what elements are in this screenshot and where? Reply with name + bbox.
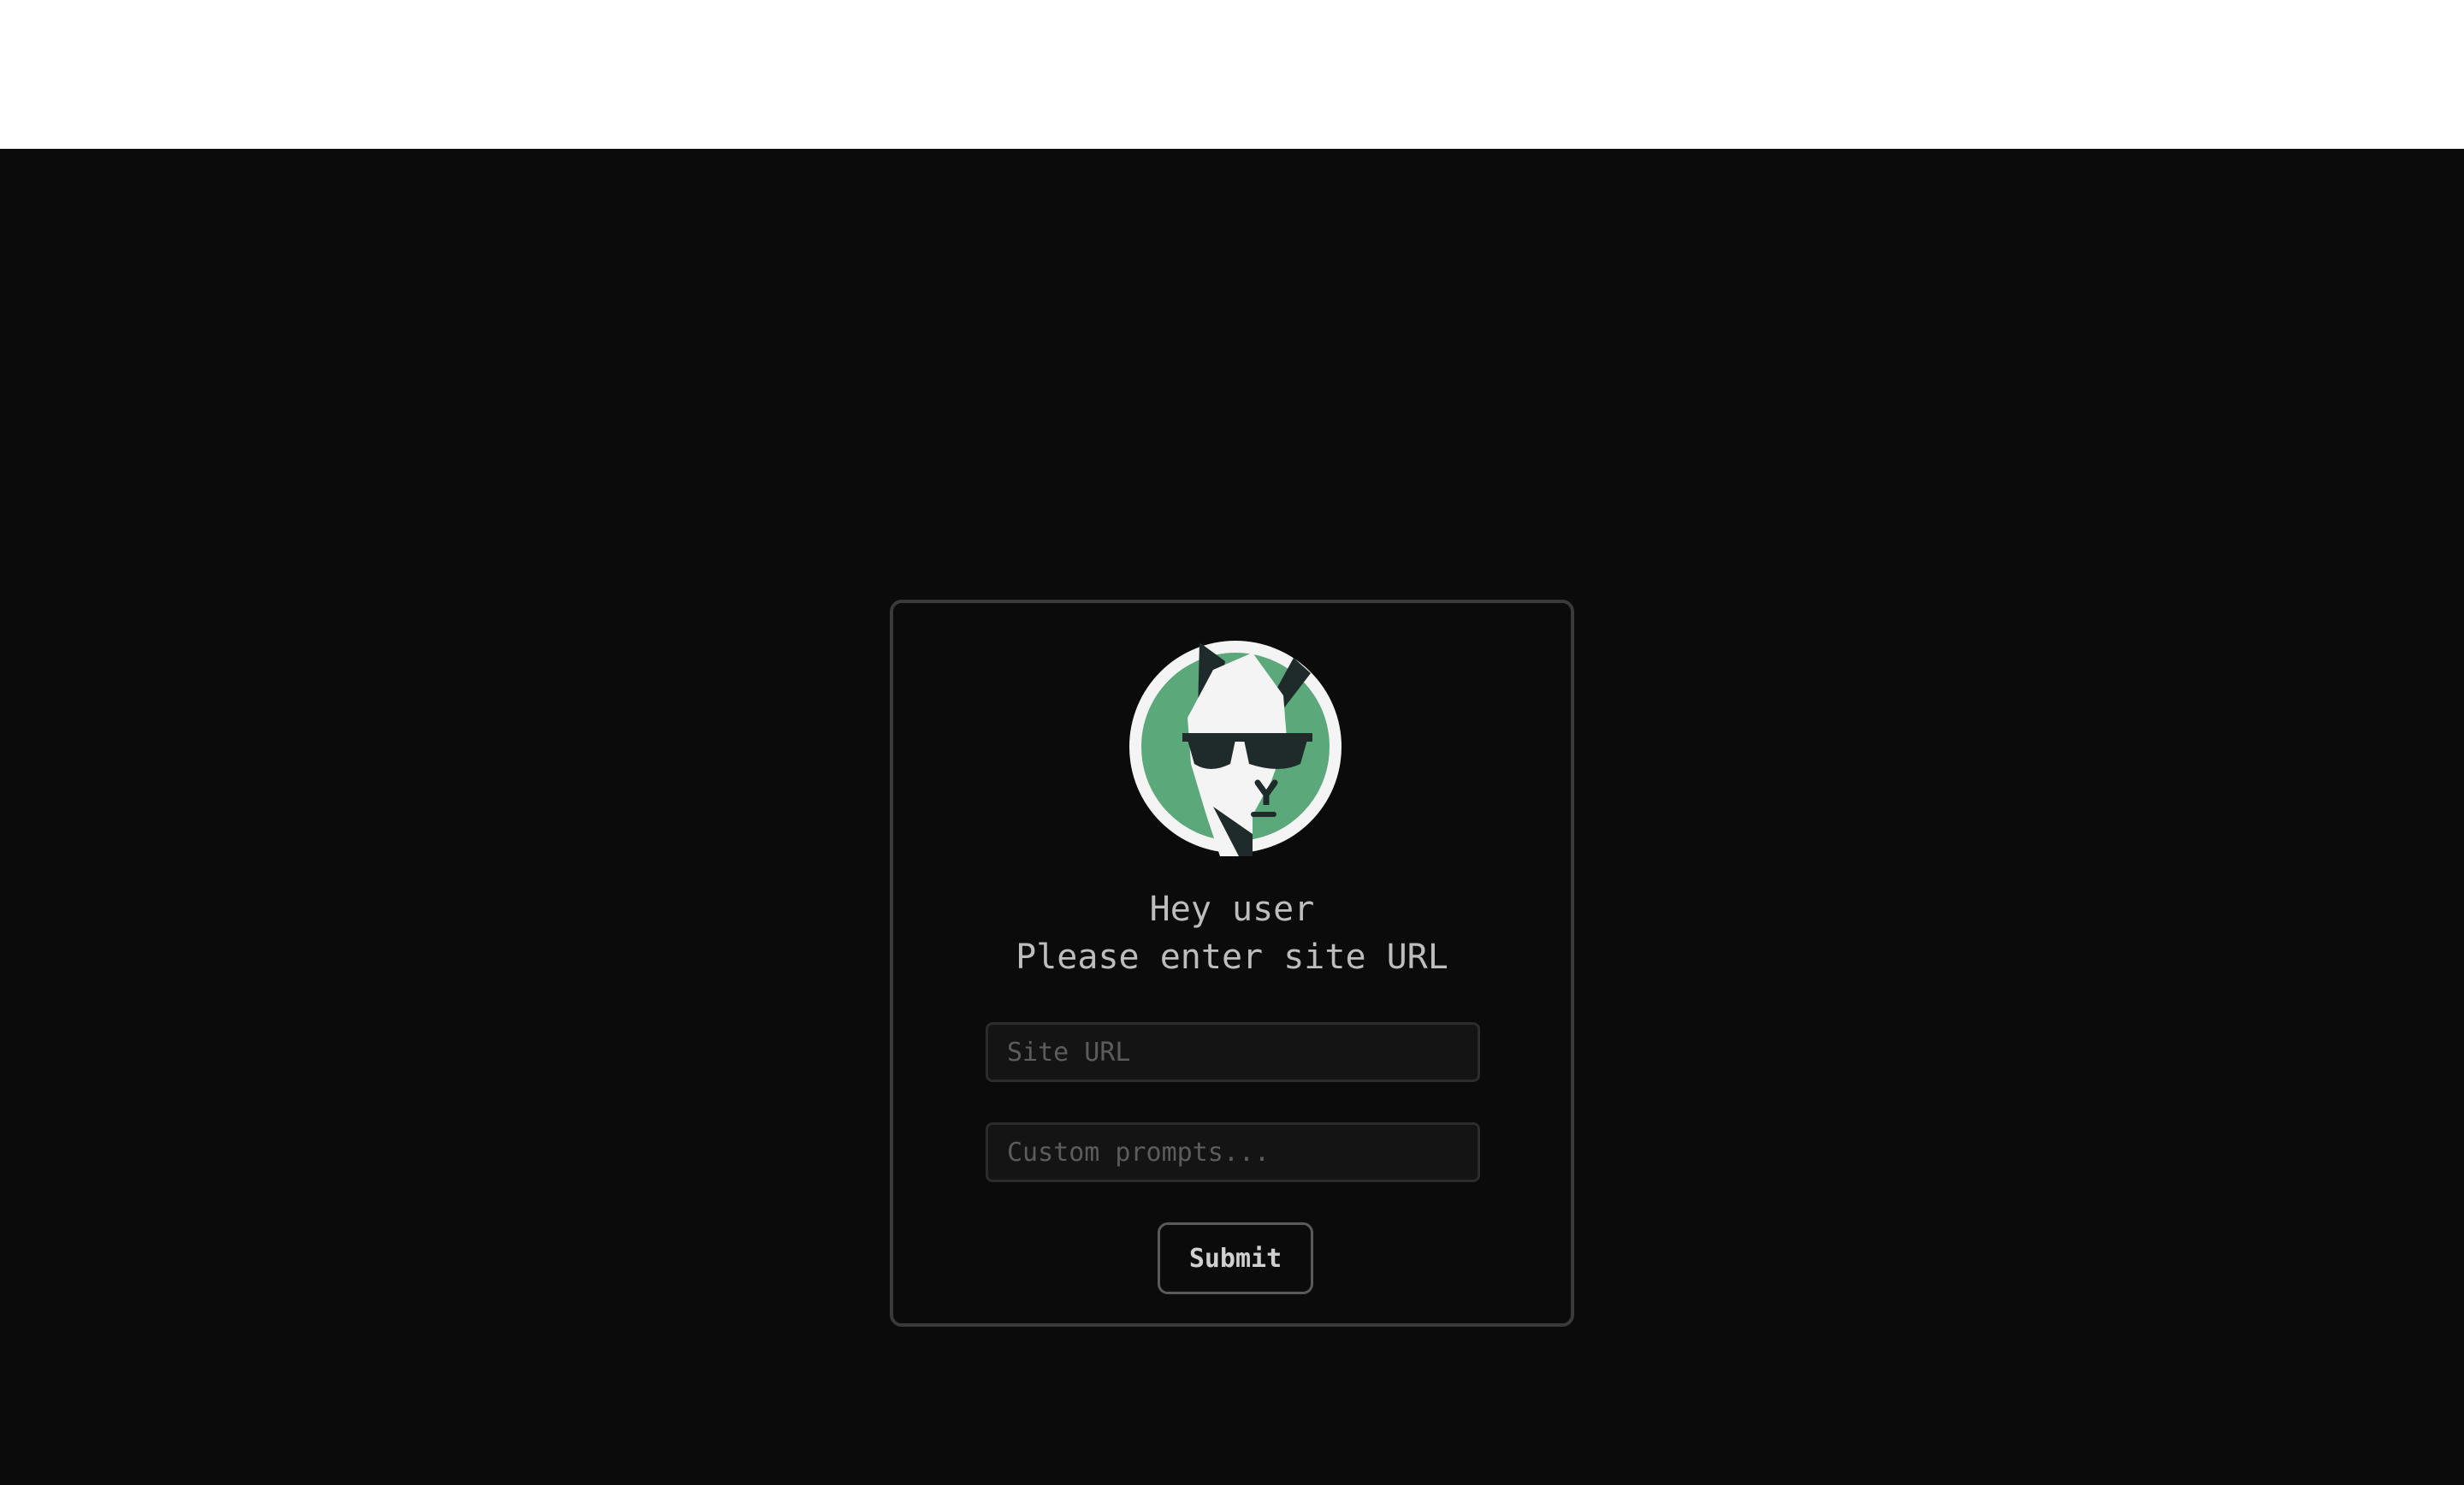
custom-prompts-input[interactable] (986, 1122, 1480, 1182)
site-url-card: Hey user Please enter site URL Submit (890, 600, 1574, 1327)
top-blank-strip (0, 0, 2464, 149)
site-url-input[interactable] (986, 1022, 1480, 1082)
llama-avatar-icon (1124, 636, 1347, 858)
submit-button[interactable]: Submit (1158, 1222, 1313, 1294)
instruction-text: Please enter site URL (1016, 938, 1448, 977)
app-area: Hey user Please enter site URL Submit (0, 149, 2464, 1485)
greeting-text: Hey user (1149, 890, 1315, 929)
